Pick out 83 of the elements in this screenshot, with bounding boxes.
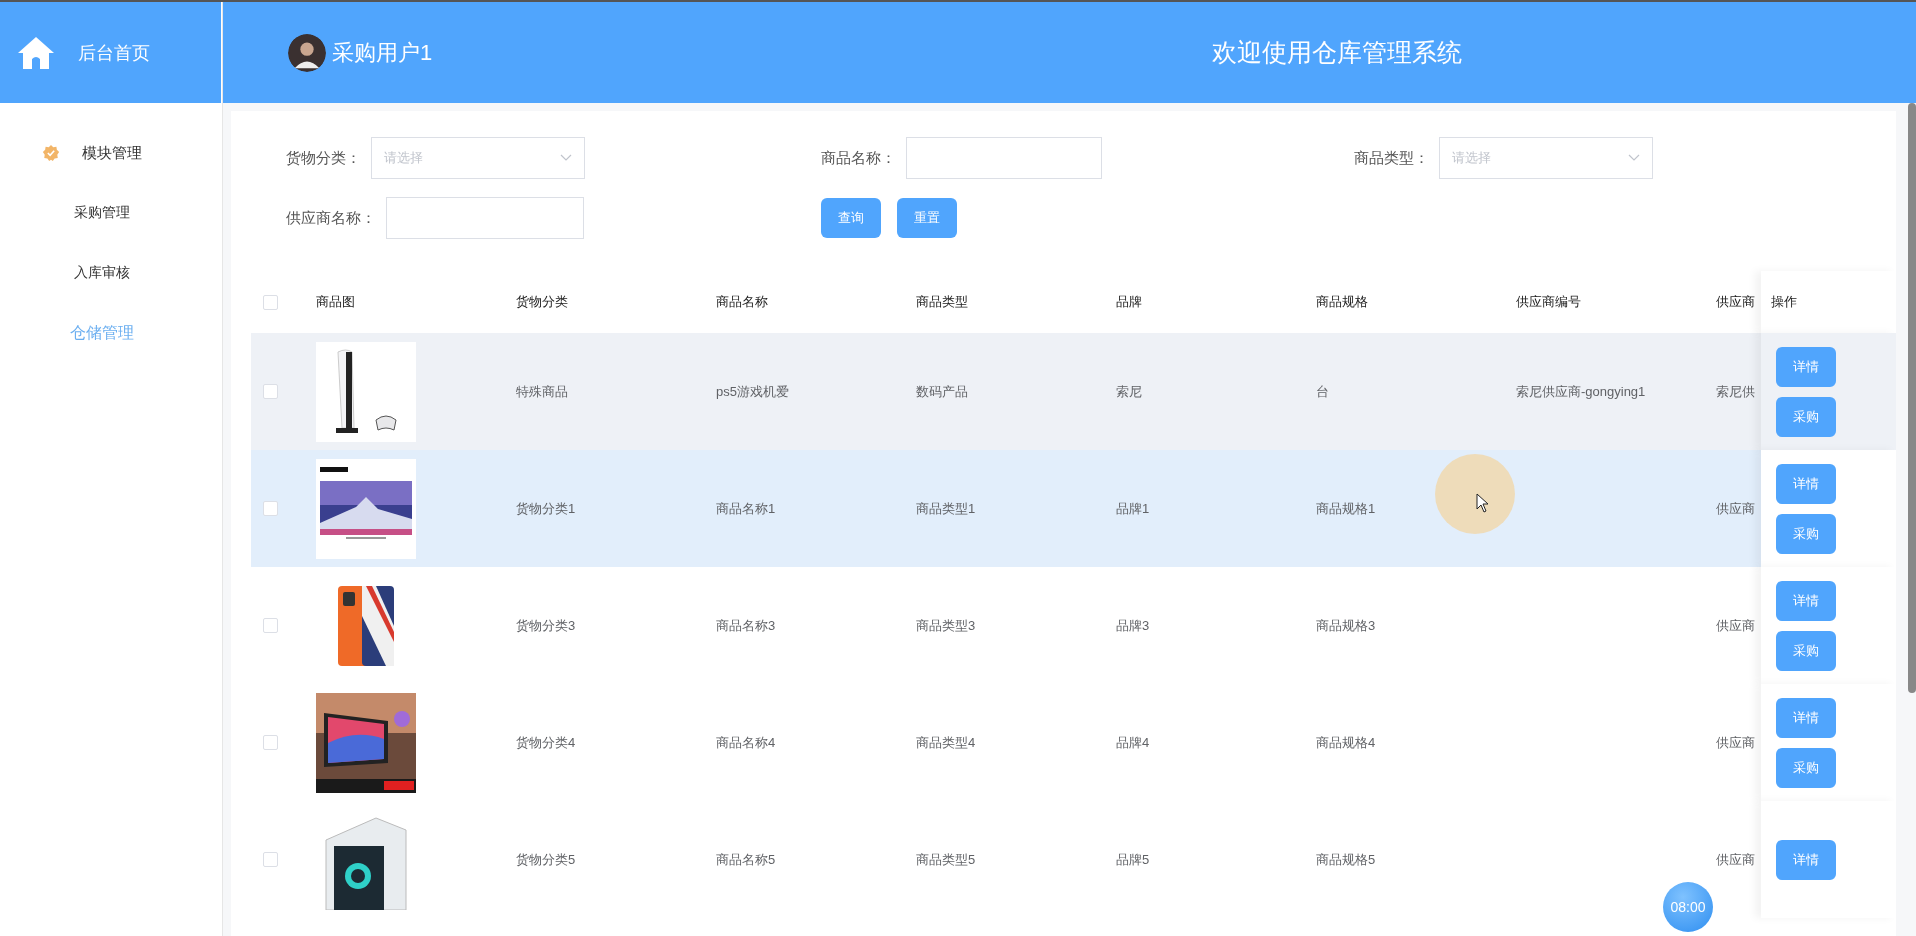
cursor-icon	[1476, 493, 1490, 513]
input-field[interactable]	[386, 197, 584, 239]
details-button[interactable]: 详情	[1776, 697, 1836, 738]
table-cell: 品牌4	[1116, 734, 1150, 750]
row-checkbox[interactable]	[263, 852, 278, 867]
chevron-down-icon	[560, 154, 572, 162]
row-checkbox[interactable]	[263, 384, 278, 399]
column-header: 商品规格	[1316, 294, 1368, 309]
scrollbar[interactable]	[1908, 103, 1916, 693]
table-row[interactable]: 货物分类4 商品名称4 商品类型4 品牌4 商品规格4 供应商 详情 采购	[251, 684, 1896, 801]
reset-button[interactable]: 重置	[897, 198, 957, 238]
table-cell: 货物分类5	[516, 851, 576, 867]
table-cell: 特殊商品	[516, 383, 568, 399]
table-cell: 品牌3	[1116, 617, 1150, 633]
table-cell: 商品类型3	[916, 617, 976, 633]
table-cell: 索尼供	[1716, 383, 1755, 399]
table-cell: 品牌5	[1116, 851, 1150, 867]
select-all-checkbox[interactable]	[263, 294, 278, 310]
column-header: 供应商编号	[1516, 294, 1581, 309]
column-header: 品牌	[1116, 294, 1142, 309]
search-button[interactable]: 查询	[821, 198, 881, 238]
details-button[interactable]: 详情	[1776, 346, 1836, 387]
table-cell: 商品类型5	[916, 851, 976, 867]
table-cell: 商品规格3	[1316, 617, 1376, 633]
table-row[interactable]: 货物分类1 商品名称1 商品类型1 品牌1 商品规格1 供应商 详情 采购	[251, 450, 1896, 567]
filter-label: 商品名称：	[821, 148, 896, 168]
menu-item[interactable]: 仓储管理	[0, 303, 222, 363]
purchase-button[interactable]: 采购	[1776, 747, 1836, 788]
table-cell: 品牌1	[1116, 500, 1150, 516]
column-header: 商品类型	[916, 294, 968, 309]
column-header: 操作	[1771, 293, 1797, 311]
table-cell: 供应商	[1716, 617, 1755, 633]
table-cell: 商品规格5	[1316, 851, 1376, 867]
table-cell: 商品类型1	[916, 500, 976, 516]
table-cell: 商品名称4	[716, 734, 776, 750]
badge-icon	[42, 144, 60, 162]
table-row[interactable]: 货物分类3 商品名称3 商品类型3 品牌3 商品规格3 供应商 详情 采购	[251, 567, 1896, 684]
table-cell: 货物分类4	[516, 734, 576, 750]
row-checkbox[interactable]	[263, 735, 278, 750]
menu-item[interactable]: 采购管理	[0, 183, 222, 243]
home-icon	[16, 34, 56, 71]
table-cell: 商品名称3	[716, 617, 776, 633]
select-field[interactable]: 请选择	[1439, 137, 1653, 179]
table-cell: 货物分类3	[516, 617, 576, 633]
table-cell: 台	[1316, 383, 1329, 399]
row-checkbox[interactable]	[263, 501, 278, 516]
table-row[interactable]: 特殊商品 ps5游戏机爱 数码产品 索尼 台 索尼供应商-gongying1 索尼供 详情 采购	[251, 333, 1896, 450]
menu-group[interactable]: 模块管理	[0, 123, 222, 183]
column-header: 商品名称	[716, 294, 768, 309]
welcome-title: 欢迎使用仓库管理系统	[1212, 37, 1463, 68]
user-name: 采购用户1	[332, 38, 433, 67]
table-cell: 供应商	[1716, 500, 1755, 516]
details-button[interactable]: 详情	[1776, 839, 1836, 880]
chevron-down-icon	[1628, 154, 1640, 162]
table-cell: 数码产品	[916, 383, 968, 399]
table-cell: 商品规格4	[1316, 734, 1376, 750]
row-checkbox[interactable]	[263, 618, 278, 633]
input-field[interactable]	[906, 137, 1102, 179]
column-header: 商品图	[316, 294, 355, 309]
menu-item[interactable]: 入库审核	[0, 243, 222, 303]
filter-label: 货物分类：	[286, 148, 361, 168]
select-field[interactable]: 请选择	[371, 137, 585, 179]
table-cell: 商品名称1	[716, 500, 776, 516]
avatar	[288, 33, 326, 72]
table-cell: ps5游戏机爱	[716, 383, 789, 399]
purchase-button[interactable]: 采购	[1776, 513, 1836, 554]
table-cell: 商品规格1	[1316, 500, 1376, 516]
purchase-button[interactable]: 采购	[1776, 630, 1836, 671]
table-cell: 供应商	[1716, 851, 1755, 867]
table-cell: 货物分类1	[516, 500, 576, 516]
table-cell: 索尼	[1116, 383, 1142, 399]
filter-label: 商品类型：	[1354, 148, 1429, 168]
column-header: 供应商	[1716, 294, 1755, 309]
column-header: 货物分类	[516, 294, 568, 309]
table-cell: 商品类型4	[916, 734, 976, 750]
details-button[interactable]: 详情	[1776, 463, 1836, 504]
table-cell: 索尼供应商-gongying1	[1516, 383, 1646, 399]
purchase-button[interactable]: 采购	[1776, 396, 1836, 437]
table-cell: 商品名称5	[716, 851, 776, 867]
home-link[interactable]: 后台首页	[0, 2, 222, 103]
details-button[interactable]: 详情	[1776, 580, 1836, 621]
table-cell: 供应商	[1716, 734, 1755, 750]
filter-label: 供应商名称：	[286, 208, 376, 228]
